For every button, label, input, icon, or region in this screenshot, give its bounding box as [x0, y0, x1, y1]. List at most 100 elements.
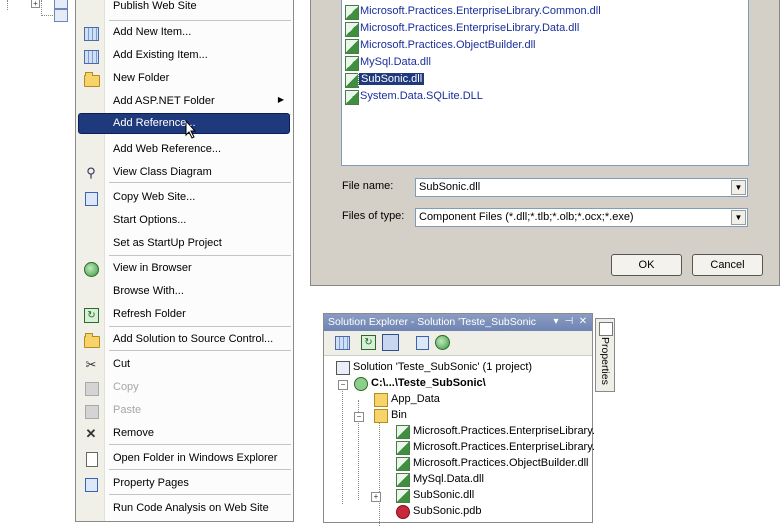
- menu-item-add-reference[interactable]: Add Reference...: [76, 113, 293, 139]
- menu-item-label: Remove: [113, 427, 154, 439]
- dropdown-icon[interactable]: ▾: [550, 315, 562, 329]
- menu-item-label: Property Pages: [113, 477, 189, 489]
- node-label: App_Data: [391, 393, 440, 405]
- copy-web-site-tool-icon[interactable]: [414, 334, 431, 351]
- expand-toggle[interactable]: +: [371, 492, 381, 502]
- cancel-button[interactable]: Cancel: [692, 254, 763, 276]
- refresh-tool-icon[interactable]: ↻: [360, 334, 377, 351]
- chevron-down-icon[interactable]: ▼: [731, 210, 746, 225]
- menu-item-paste: Paste: [76, 400, 293, 422]
- tree-line: [379, 416, 380, 526]
- node-label: C:\...\Teste_SubSonic\: [371, 377, 486, 389]
- properties-side-tab[interactable]: Properties: [595, 318, 615, 392]
- dll-icon: [345, 22, 359, 37]
- tree-line: [342, 384, 343, 504]
- properties-icon: [599, 322, 613, 336]
- close-icon[interactable]: ✕: [577, 315, 589, 329]
- nest-related-files-icon[interactable]: [382, 334, 399, 351]
- node-label: SubSonic.dll: [413, 489, 475, 501]
- scissors-icon: ✂: [85, 357, 97, 372]
- menu-item-view-in-browser[interactable]: View in Browser: [76, 258, 293, 280]
- menu-item-label: Paste: [113, 404, 142, 416]
- menu-item-label: View Class Diagram: [113, 166, 212, 178]
- menu-item-label: Run Code Analysis on Web Site: [113, 502, 269, 514]
- menu-item-label: Start Options...: [113, 214, 187, 226]
- menu-separator: [109, 469, 291, 470]
- menu-item-browse-with[interactable]: Browse With...: [76, 281, 293, 303]
- menu-separator: [109, 444, 291, 445]
- menu-item-add-existing-item[interactable]: Add Existing Item...: [76, 45, 293, 67]
- menu-item-label: Add ASP.NET Folder: [113, 95, 215, 107]
- folder-icon: [83, 71, 100, 87]
- files-of-type-label: Files of type:: [342, 210, 405, 222]
- menu-item-remove[interactable]: ✕ Remove: [76, 423, 293, 445]
- menu-item-label: Add New Item...: [113, 26, 192, 38]
- node-label: Solution 'Teste_SubSonic' (1 project): [353, 361, 533, 373]
- add-new-item-icon: [83, 25, 99, 41]
- expand-toggle[interactable]: +: [31, 0, 40, 8]
- submenu-arrow-icon: ▶: [277, 95, 284, 104]
- dll-icon: [345, 39, 359, 54]
- properties-tool-icon[interactable]: [334, 334, 351, 351]
- files-of-type-combo[interactable]: Component Files (*.dll;*.tlb;*.olb;*.ocx…: [415, 208, 748, 227]
- file-name-combo[interactable]: SubSonic.dll ▼: [415, 178, 748, 197]
- dll-icon: [345, 90, 359, 105]
- collapse-toggle[interactable]: −: [354, 412, 364, 422]
- node-label: SubSonic.pdb: [413, 505, 482, 517]
- dll-icon: [396, 489, 410, 503]
- file-name-label: File name:: [342, 180, 394, 192]
- menu-item-property-pages[interactable]: Property Pages: [76, 473, 293, 495]
- solution-icon: [336, 361, 350, 375]
- menu-item-add-to-source-control[interactable]: Add Solution to Source Control...: [76, 329, 293, 351]
- collapse-toggle[interactable]: −: [338, 380, 348, 390]
- node-label: Microsoft.Practices.ObjectBuilder.dll: [413, 457, 589, 469]
- file-name: Microsoft.Practices.EnterpriseLibrary.Da…: [360, 22, 580, 34]
- menu-separator: [109, 350, 291, 351]
- menu-item-label: Copy Web Site...: [113, 191, 196, 203]
- menu-item-refresh-folder[interactable]: ↻ Refresh Folder: [76, 304, 293, 326]
- menu-item-publish-web-site[interactable]: Publish Web Site: [76, 0, 293, 18]
- solution-explorer: Solution Explorer - Solution 'Teste_SubS…: [323, 313, 595, 526]
- menu-item-label: Publish Web Site: [113, 0, 197, 12]
- menu-item-label: Open Folder in Windows Explorer: [113, 452, 278, 464]
- file-name: System.Data.SQLite.DLL: [360, 90, 483, 102]
- property-pages-icon: [83, 476, 99, 492]
- folder-icon: [374, 393, 388, 407]
- remove-icon: ✕: [85, 426, 97, 441]
- files-of-type-value: Component Files (*.dll;*.tlb;*.olb;*.ocx…: [419, 211, 634, 223]
- add-reference-dialog: Microsoft.Practices.EnterpriseLibrary.Co…: [310, 0, 780, 286]
- menu-item-add-aspnet-folder[interactable]: Add ASP.NET Folder ▶: [76, 91, 293, 113]
- browser-icon: [83, 261, 99, 277]
- solution-explorer-titlebar: Solution Explorer - Solution 'Teste_SubS…: [324, 314, 592, 331]
- pdb-icon: [396, 505, 410, 519]
- chevron-down-icon[interactable]: ▼: [731, 180, 746, 195]
- menu-item-label: Set as StartUp Project: [113, 237, 222, 249]
- dll-icon: [396, 425, 410, 439]
- context-menu: Publish Web Site Add New Item... Add Exi…: [75, 0, 294, 522]
- menu-item-open-in-explorer[interactable]: Open Folder in Windows Explorer: [76, 448, 293, 470]
- menu-item-label: Add Solution to Source Control...: [113, 333, 274, 345]
- file-name: Microsoft.Practices.EnterpriseLibrary.Co…: [360, 5, 601, 17]
- ok-button[interactable]: OK: [611, 254, 682, 276]
- tree-line: [41, 15, 53, 16]
- menu-item-label: View in Browser: [113, 262, 192, 274]
- menu-item-new-folder[interactable]: New Folder: [76, 68, 293, 90]
- menu-item-add-new-item[interactable]: Add New Item...: [76, 22, 293, 44]
- configuration-tool-icon[interactable]: [434, 334, 451, 351]
- page-icon: [54, 9, 68, 22]
- menu-item-copy-web-site[interactable]: Copy Web Site...: [76, 187, 293, 209]
- menu-item-cut[interactable]: ✂ Cut: [76, 354, 293, 376]
- menu-item-add-web-reference[interactable]: Add Web Reference...: [76, 139, 293, 161]
- pin-icon[interactable]: ⊣: [563, 315, 575, 329]
- menu-item-set-startup[interactable]: Set as StartUp Project: [76, 233, 293, 255]
- paste-icon: [83, 403, 99, 419]
- menu-separator: [109, 494, 291, 495]
- folder-icon: [374, 409, 388, 423]
- menu-item-run-code-analysis[interactable]: Run Code Analysis on Web Site: [76, 498, 293, 520]
- copy-web-site-icon: [83, 190, 99, 206]
- node-label: Microsoft.Practices.EnterpriseLibrary.: [413, 425, 595, 437]
- dll-icon: [345, 73, 359, 88]
- menu-item-view-class-diagram[interactable]: ⚲ View Class Diagram: [76, 162, 293, 184]
- file-list[interactable]: Microsoft.Practices.EnterpriseLibrary.Co…: [341, 0, 749, 166]
- menu-item-start-options[interactable]: Start Options...: [76, 210, 293, 232]
